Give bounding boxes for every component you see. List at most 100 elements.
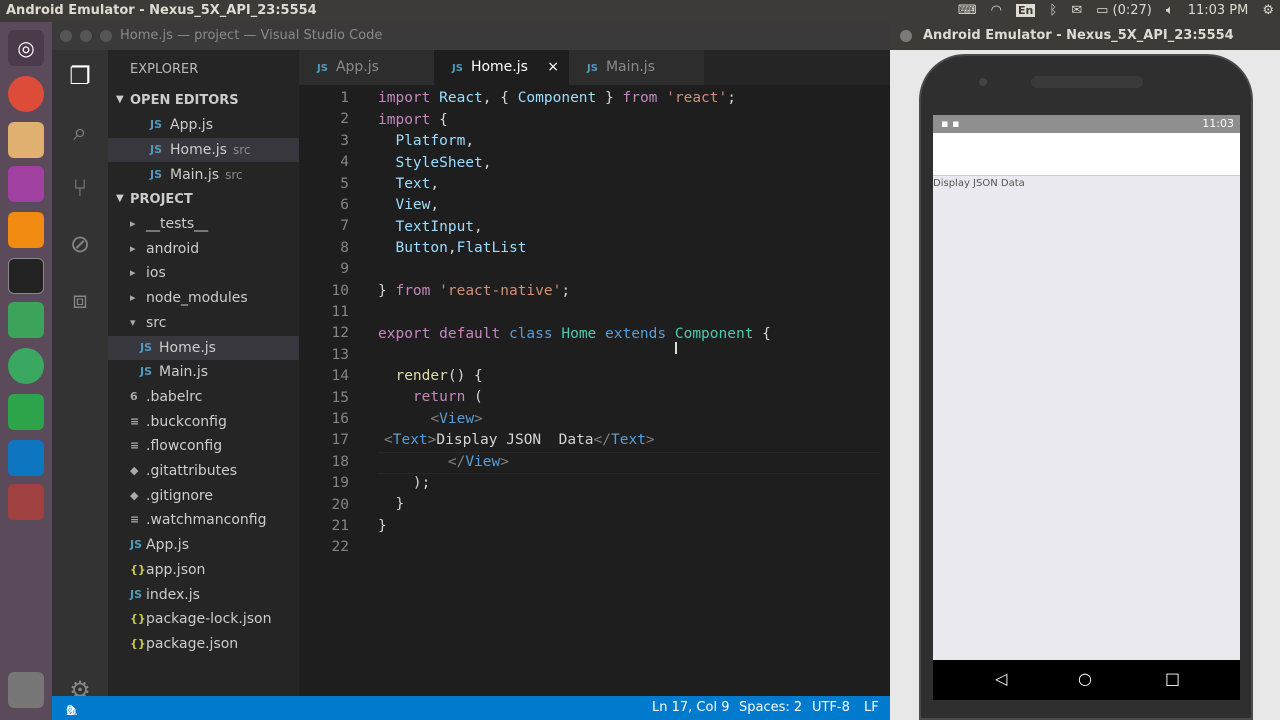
mail-icon[interactable]: ✉ bbox=[1071, 3, 1082, 18]
tree-item[interactable]: ≡ .buckconfig bbox=[108, 410, 299, 434]
open-editor-item[interactable]: JS Main.js src bbox=[108, 163, 299, 187]
line-number: 22 bbox=[331, 539, 349, 556]
close-window-button[interactable] bbox=[60, 30, 72, 42]
tree-item[interactable]: ▸ node_modules bbox=[108, 286, 299, 310]
open-editor-item[interactable]: JS App.js bbox=[108, 113, 299, 137]
tab-app-js[interactable]: JS App.js bbox=[299, 50, 434, 85]
tab-label: Main.js bbox=[605, 59, 655, 75]
line-number: 8 bbox=[340, 239, 349, 256]
window-controls bbox=[60, 30, 112, 42]
app-icon[interactable] bbox=[8, 166, 44, 202]
ubuntu-logo-icon[interactable]: ◎ bbox=[8, 30, 44, 66]
trash-icon[interactable] bbox=[8, 672, 44, 708]
vscode-icon[interactable] bbox=[8, 440, 44, 476]
vlc-icon[interactable] bbox=[8, 212, 44, 248]
line-number: 7 bbox=[340, 218, 349, 235]
recents-icon[interactable]: □ bbox=[1165, 669, 1180, 688]
project-section[interactable]: ▼ PROJECT bbox=[108, 190, 299, 212]
atom-icon[interactable] bbox=[8, 348, 44, 384]
files-icon[interactable] bbox=[8, 122, 44, 158]
files-explorer-icon[interactable]: ❐ bbox=[64, 60, 96, 92]
code-line: } from 'react-native'; bbox=[378, 283, 571, 299]
tab-home-js[interactable]: JS Home.js × bbox=[434, 50, 569, 85]
android-status-bar: ▪ ▪ 11:03 bbox=[933, 115, 1240, 133]
config-file-icon: ≡ bbox=[130, 414, 140, 428]
code-line: export default class Home extends Compon… bbox=[378, 326, 771, 342]
keyboard-icon[interactable]: ⌨ bbox=[958, 3, 977, 18]
language-indicator[interactable]: En bbox=[1016, 4, 1036, 17]
close-window-button[interactable] bbox=[900, 30, 912, 42]
battery-icon: ▭ bbox=[1096, 3, 1109, 18]
clock[interactable]: 11:03 PM bbox=[1188, 3, 1249, 18]
tree-item[interactable]: ▸ ios bbox=[108, 261, 299, 285]
tree-item-label: index.js bbox=[146, 586, 200, 603]
extensions-icon[interactable]: ⧈ bbox=[64, 284, 96, 316]
tree-item[interactable]: ▸ __tests__ bbox=[108, 212, 299, 236]
code-line: } bbox=[378, 496, 405, 512]
line-ending[interactable]: LF bbox=[864, 700, 879, 715]
code-line: Button,FlatList bbox=[395, 240, 527, 256]
line-number: 19 bbox=[331, 475, 349, 492]
tree-item[interactable]: ≡ .watchmanconfig bbox=[108, 508, 299, 532]
vscode-titlebar: Home.js — project — Visual Studio Code bbox=[52, 22, 890, 50]
code-editor[interactable]: 1 2 3 4 5 6 7 8 9 10 11 12 13 14 15 16 17 18 19 20 21 22 impo… bbox=[299, 85, 890, 696]
chrome-icon[interactable] bbox=[8, 76, 44, 112]
line-number: 21 bbox=[331, 518, 349, 534]
tree-item[interactable]: ◆ .gitattributes bbox=[108, 459, 299, 483]
tree-item[interactable]: ◆ .gitignore bbox=[108, 484, 299, 508]
tree-item[interactable]: JS App.js bbox=[108, 533, 299, 557]
source-control-icon[interactable]: ⑂ bbox=[64, 172, 96, 204]
search-icon[interactable]: ⌕ bbox=[64, 116, 96, 148]
tree-item[interactable]: {} package.json bbox=[108, 632, 299, 656]
tree-item[interactable]: {} app.json bbox=[108, 558, 299, 582]
tab-main-js[interactable]: JS Main.js bbox=[569, 50, 704, 85]
tree-item[interactable]: ▸ android bbox=[108, 237, 299, 261]
tree-item[interactable]: 6 .babelrc bbox=[108, 385, 299, 409]
status-bar: ⊗ 0 ⚠ 0 Ln 17, Col 9 Spaces: 2 UTF-8 LF bbox=[52, 696, 890, 720]
gear-icon[interactable]: ⚙ bbox=[1262, 3, 1274, 18]
encoding[interactable]: UTF-8 bbox=[812, 700, 850, 715]
tree-item[interactable]: ≡ .flowconfig bbox=[108, 434, 299, 458]
minimize-window-button[interactable] bbox=[80, 30, 92, 42]
git-file-icon: ◆ bbox=[130, 488, 139, 502]
wifi-icon[interactable]: ◠ bbox=[991, 3, 1002, 18]
app-text: Display JSON Data bbox=[933, 178, 1025, 189]
terminal-icon[interactable] bbox=[8, 258, 44, 294]
config-file-icon: ≡ bbox=[130, 439, 140, 453]
tree-item-label: App.js bbox=[146, 537, 189, 554]
tab-label: App.js bbox=[335, 59, 379, 75]
tree-item[interactable]: JS Main.js bbox=[108, 360, 299, 384]
tree-item[interactable]: ▾ src bbox=[108, 311, 299, 335]
home-icon[interactable]: ○ bbox=[1078, 669, 1092, 688]
cursor-position[interactable]: Ln 17, Col 9 bbox=[652, 700, 729, 715]
tree-item-label: ios bbox=[146, 265, 166, 282]
android-studio-icon[interactable] bbox=[8, 302, 44, 338]
tree-item[interactable]: JS index.js bbox=[108, 583, 299, 607]
tree-item-label: .buckconfig bbox=[146, 413, 227, 430]
tree-item[interactable]: JS Home.js bbox=[108, 335, 299, 360]
phone-frame: ▪ ▪ 11:03 Display JSON Data ◁ ○ □ bbox=[919, 54, 1253, 720]
close-tab-icon[interactable]: × bbox=[547, 50, 559, 85]
app-icon-2[interactable] bbox=[8, 484, 44, 520]
open-editors-section[interactable]: ▼ OPEN EDITORS bbox=[108, 91, 299, 113]
emulator-title: Android Emulator - Nexus_5X_API_23:5554 bbox=[923, 28, 1234, 43]
emulator-icon[interactable] bbox=[8, 394, 44, 430]
tree-item-label: .watchmanconfig bbox=[146, 512, 267, 529]
phone-screen[interactable]: ▪ ▪ 11:03 Display JSON Data bbox=[933, 115, 1240, 660]
maximize-window-button[interactable] bbox=[100, 30, 112, 42]
debug-icon[interactable]: ⊘ bbox=[64, 228, 96, 260]
battery-text: (0:27) bbox=[1112, 3, 1152, 18]
code-line: TextInput, bbox=[395, 219, 483, 235]
tree-item[interactable]: {} package-lock.json bbox=[108, 607, 299, 631]
open-editor-item[interactable]: JS Home.js src bbox=[108, 138, 299, 162]
indentation[interactable]: Spaces: 2 bbox=[739, 700, 802, 715]
battery-indicator[interactable]: ▭ (0:27) bbox=[1096, 3, 1152, 18]
line-number: 4 bbox=[340, 154, 349, 171]
line-number: 1 bbox=[340, 90, 349, 106]
bluetooth-icon[interactable]: ᛒ bbox=[1049, 3, 1057, 18]
tree-item-label: android bbox=[146, 240, 200, 257]
back-icon[interactable]: ◁ bbox=[995, 669, 1007, 688]
volume-icon[interactable]: 🔈︎ bbox=[1166, 3, 1174, 18]
android-clock: 11:03 bbox=[1202, 117, 1234, 130]
js-file-icon: JS bbox=[452, 63, 463, 74]
